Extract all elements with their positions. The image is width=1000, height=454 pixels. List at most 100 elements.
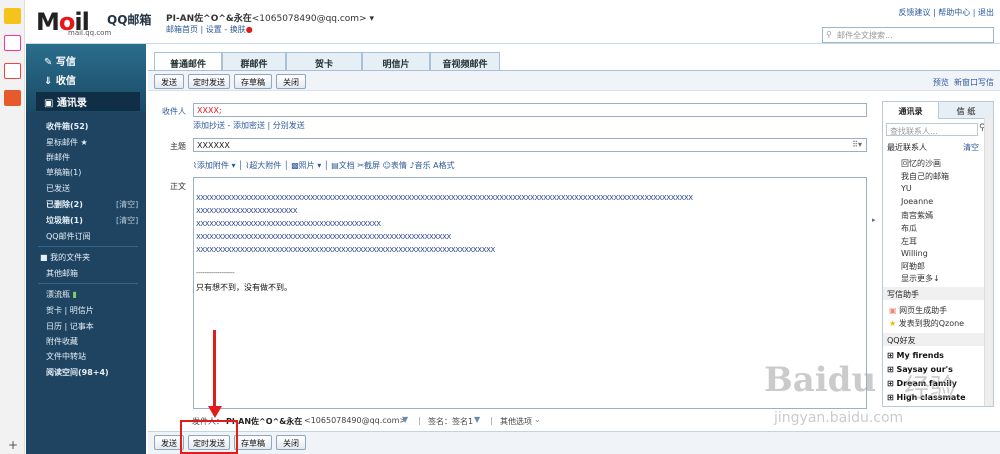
music-link[interactable]: 音乐 xyxy=(415,161,431,170)
sidebar-divider xyxy=(38,246,138,247)
sender-email[interactable]: <1065078490@qq.com> xyxy=(304,416,406,425)
cards-link[interactable]: 贺卡 | 明信片 xyxy=(46,305,94,316)
close-button-bottom[interactable]: 关闭 xyxy=(276,435,306,450)
format-link[interactable]: 格式 xyxy=(439,161,455,170)
mail-at-icon[interactable] xyxy=(4,63,21,79)
body-label: 正文 xyxy=(170,182,186,191)
download-icon: ⇓ xyxy=(44,76,53,87)
recent-contact[interactable]: YU xyxy=(901,184,912,193)
baidu-watermark: Baidu 经验 jingyan.baidu.com xyxy=(754,340,994,450)
my-folders[interactable]: ■ 我的文件夹 xyxy=(40,252,90,263)
folder-deleted[interactable]: 已删除(2) xyxy=(46,199,83,210)
clear-deleted-link[interactable]: [清空] xyxy=(116,199,138,210)
clear-spam-link[interactable]: [清空] xyxy=(116,215,138,226)
tab-postcard[interactable]: 明信片 xyxy=(362,52,430,71)
save-draft-button-bottom[interactable]: 存草稿 xyxy=(234,435,272,450)
folder-spam[interactable]: 垃圾箱(1) xyxy=(46,215,83,226)
tab-address-book[interactable]: 通讯录 xyxy=(883,102,938,119)
large-attachment-link[interactable]: 超大附件 xyxy=(249,161,281,170)
calendar-link[interactable]: 日历 | 记事本 xyxy=(46,321,94,332)
new-window-link[interactable]: 新窗口写信 xyxy=(954,78,994,87)
add-cc-link[interactable]: 添加抄送 xyxy=(193,121,225,130)
annotation-arrow-head xyxy=(208,406,222,418)
tab-stationery[interactable]: 信 纸 xyxy=(938,102,993,119)
favorites-star-icon[interactable] xyxy=(4,8,21,24)
tab-av-mail[interactable]: 音视频邮件 xyxy=(430,52,500,71)
tab-greeting-card[interactable]: 贺卡 xyxy=(286,52,362,71)
chevron-down-icon[interactable]: ▾ xyxy=(370,14,375,24)
folder-group[interactable]: 群邮件 xyxy=(46,152,70,163)
other-mailboxes[interactable]: 其他邮箱 xyxy=(46,268,78,279)
chevron-down-icon[interactable]: ▼ xyxy=(402,415,408,424)
add-bcc-link[interactable]: 添加密送 xyxy=(233,121,265,130)
account-info[interactable]: PI-AN佐^O^&永在<1065078490@qq.com> ▾ xyxy=(166,11,374,24)
recent-contact[interactable]: 左耳 xyxy=(901,236,917,247)
folder-subscriptions[interactable]: QQ邮件订阅 xyxy=(46,231,91,242)
subject-label: 主题 xyxy=(170,142,186,151)
mail-search-input[interactable]: ⚲ 邮件全文搜索... xyxy=(822,27,994,43)
mail-sidebar: ✎ 写信 ⇓ 收信 ▣ 通讯录 收件箱(52) 星标邮件 ★ 群邮件 草稿箱(1… xyxy=(26,44,146,454)
add-icon[interactable]: + xyxy=(8,438,18,452)
signature-select[interactable]: 签名：签名1 xyxy=(428,416,473,427)
double-chevron-icon[interactable]: ⌄ xyxy=(534,415,541,424)
drift-bottle-link[interactable]: 漂流瓶 ▮ xyxy=(46,289,77,300)
cc-links: 添加抄送 - 添加密送 | 分别发送 xyxy=(193,121,305,130)
user-links: 邮箱首页 | 设置 - 换肤● xyxy=(166,25,253,34)
recent-contact[interactable]: 回忆的沙画 xyxy=(901,158,941,169)
qzone-link[interactable]: ★ 发表到我的Qzone xyxy=(889,318,964,329)
recent-contact[interactable]: 布瓜 xyxy=(901,223,917,234)
recent-contact[interactable]: 阿勒郎 xyxy=(901,261,925,272)
taobao-icon[interactable] xyxy=(4,90,21,106)
help-link[interactable]: 帮助中心 xyxy=(938,8,970,17)
recipient-input[interactable]: XXXX; xyxy=(193,103,867,117)
photo-icon: ▩ xyxy=(291,161,299,170)
pencil-icon: ✎ xyxy=(44,57,53,68)
inbox-button[interactable]: ⇓ 收信 xyxy=(44,72,76,87)
recent-contact[interactable]: 南宫紫嫣 xyxy=(901,210,933,221)
settings-link[interactable]: 设置 xyxy=(206,25,222,34)
account-email: <1065078490@qq.com> xyxy=(251,14,367,24)
screenshot-link[interactable]: 截屏 xyxy=(364,161,380,170)
timed-send-button[interactable]: 定时发送 xyxy=(188,74,230,89)
subject-options-icon[interactable]: ⠿▾ xyxy=(852,140,862,149)
more-options-link[interactable]: 其他选项 xyxy=(500,416,532,427)
attachments-link[interactable]: 附件收藏 xyxy=(46,336,78,347)
web-icon: ▣ xyxy=(889,306,897,315)
folder-inbox[interactable]: 收件箱(52) xyxy=(46,121,88,132)
contacts-button[interactable]: ▣ 通讯录 xyxy=(36,92,140,111)
tab-normal-mail[interactable]: 普通邮件 xyxy=(154,52,222,72)
recent-contact[interactable]: Willing xyxy=(901,249,928,258)
preview-link[interactable]: 预览 xyxy=(933,78,949,87)
weibo-icon[interactable] xyxy=(4,35,21,51)
change-skin-link[interactable]: 换肤 xyxy=(230,25,246,34)
recent-contact[interactable]: 我自己的邮箱 xyxy=(901,171,949,182)
chevron-down-icon[interactable]: ▼ xyxy=(474,415,480,424)
document-link[interactable]: 文档 xyxy=(339,161,355,170)
folder-sent[interactable]: 已发送 xyxy=(46,183,70,194)
logout-link[interactable]: 退出 xyxy=(978,8,994,17)
separate-send-link[interactable]: 分别发送 xyxy=(273,121,305,130)
recipient-label[interactable]: 收件人 xyxy=(156,106,186,117)
emoji-link[interactable]: 表情 xyxy=(391,161,407,170)
send-button[interactable]: 发送 xyxy=(154,74,184,89)
add-attachment-link[interactable]: 添加附件 xyxy=(197,161,229,170)
feedback-link[interactable]: 反馈建议 xyxy=(898,8,930,17)
mail-home-link[interactable]: 邮箱首页 xyxy=(166,25,198,34)
clear-recent-link[interactable]: 清空 xyxy=(963,142,979,153)
show-more-link[interactable]: 显示更多↓ xyxy=(901,273,940,284)
save-draft-button[interactable]: 存草稿 xyxy=(234,74,272,89)
subject-input[interactable]: XXXXXX ⠿▾ xyxy=(193,138,867,152)
file-transfer-link[interactable]: 文件中转站 xyxy=(46,351,86,362)
reading-space-link[interactable]: 阅读空间(98+4) xyxy=(46,367,109,378)
photo-link[interactable]: 照片 xyxy=(299,161,315,170)
compose-button[interactable]: ✎ 写信 xyxy=(44,53,76,68)
tab-group-mail[interactable]: 群邮件 xyxy=(222,52,286,71)
folder-drafts[interactable]: 草稿箱(1) xyxy=(46,167,81,178)
contact-search-input[interactable]: 查找联系人... xyxy=(886,123,978,136)
emoji-icon: ☺ xyxy=(382,161,391,170)
web-generator-link[interactable]: ▣ 网页生成助手 xyxy=(889,305,947,316)
recent-contact[interactable]: Joeanne xyxy=(901,197,933,206)
folder-starred[interactable]: 星标邮件 ★ xyxy=(46,137,88,148)
collapse-panel-icon[interactable]: ▸ xyxy=(872,216,876,224)
close-button[interactable]: 关闭 xyxy=(276,74,306,89)
